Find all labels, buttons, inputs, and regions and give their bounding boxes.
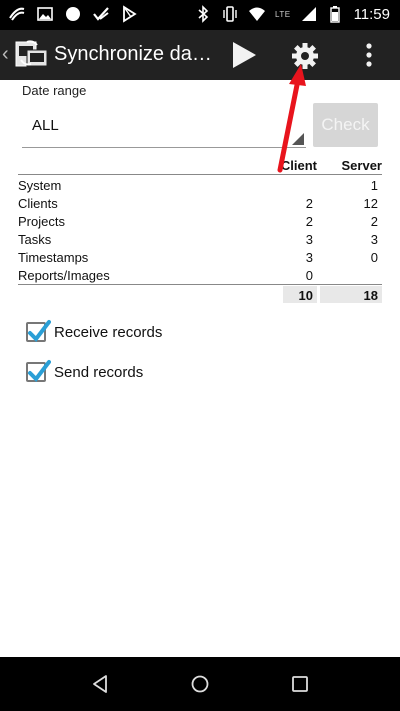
bluetooth-icon [198,5,209,23]
date-range-value: ALL [32,117,59,134]
row-name: Clients [18,196,58,211]
annotation-arrow-icon [277,64,306,173]
send-records-option[interactable]: Send records [26,360,143,384]
checkmark-icon [28,360,51,383]
system-icons: LTE 11:59 [194,5,390,23]
server-total: 18 [320,286,382,303]
app-notification-icon [9,7,25,21]
vibrate-icon [223,6,237,22]
client-count: 0 [305,268,313,283]
battery-icon [329,6,340,23]
send-records-label: Send records [54,363,144,381]
server-count: 2 [370,214,378,229]
server-count: 12 [363,196,378,211]
nav-home-icon[interactable] [190,674,210,694]
client-total: 10 [283,286,317,303]
receive-records-option[interactable]: Receive records [26,320,162,344]
checkmark-notification-icon [93,7,109,21]
table-row: System 1 [18,176,382,194]
receive-records-label: Receive records [54,323,163,341]
table-row: Projects 2 2 [18,212,382,230]
table-body: System 1 Clients 2 12 Projects 2 2 Tasks… [18,175,382,285]
image-icon [37,7,53,21]
date-range-label: Date range [22,83,87,98]
client-count: 2 [305,196,313,211]
check-button[interactable]: Check [313,103,378,147]
up-chevron-icon[interactable]: ‹ [2,43,9,66]
table-row: Tasks 3 3 [18,230,382,248]
table-row: Clients 2 12 [18,194,382,212]
nav-back-icon[interactable] [91,674,109,694]
server-column-header: Server [341,158,382,173]
table-row: Timestamps 3 0 [18,248,382,266]
date-range-spinner[interactable]: ALL [22,104,306,148]
row-name: Reports/Images [18,268,110,283]
server-count: 3 [370,232,378,247]
table-row: Reports/Images 0 [18,266,382,284]
overflow-menu-icon[interactable] [355,39,383,71]
clock: 11:59 [353,5,390,23]
row-name: System [18,178,62,193]
client-count: 3 [305,250,313,265]
client-count: 2 [305,214,313,229]
row-name: Projects [18,214,65,229]
wifi-icon [248,7,265,21]
action-bar: ‹ Synchronize da… [0,30,400,80]
table-header: Client Server [18,158,382,175]
play-store-icon [123,5,137,23]
signal-icon [301,7,316,21]
server-count: 1 [370,178,378,193]
page-title: Synchronize da… [54,43,212,65]
row-name: Timestamps [18,250,89,265]
sync-app-icon[interactable] [13,36,49,72]
navigation-bar [0,657,400,711]
receive-records-checkbox[interactable] [26,320,51,343]
play-sync-button[interactable] [226,39,260,71]
row-name: Tasks [18,232,52,247]
nav-recent-apps-icon[interactable] [291,675,309,693]
send-records-checkbox[interactable] [26,360,51,383]
sync-summary-table: Client Server System 1 Clients 2 12 Proj… [18,158,382,303]
totals-row: 10 18 [18,285,382,303]
network-type-label: LTE [274,9,291,19]
client-count: 3 [305,232,313,247]
notification-icons [8,5,138,23]
checkmark-icon [28,320,51,343]
circle-notification-icon [66,7,80,21]
server-count: 0 [370,250,378,265]
status-bar: LTE 11:59 [0,0,400,30]
